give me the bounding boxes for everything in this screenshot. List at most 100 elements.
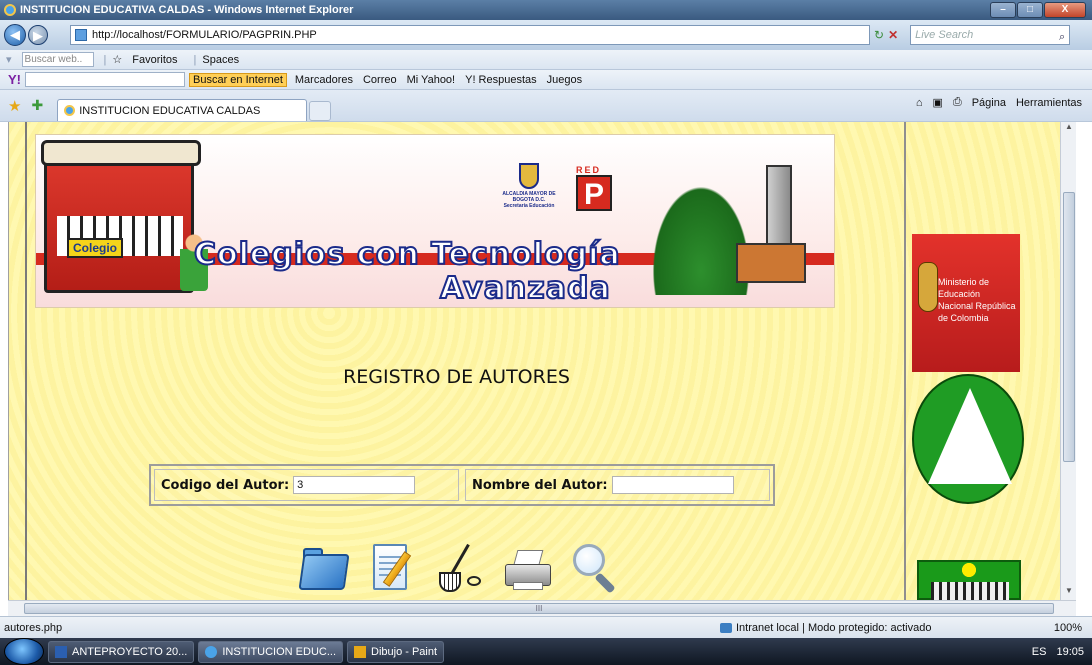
zoom-level[interactable]: 100% — [1054, 622, 1082, 634]
taskbar-item-ie[interactable]: INSTITUCION EDUC... — [198, 640, 343, 663]
separator: | — [103, 53, 107, 66]
sun-icon — [955, 560, 983, 580]
search-icon[interactable]: ⌕ — [1059, 28, 1065, 46]
back-button[interactable]: ◀ — [4, 24, 26, 46]
search-magnifier-icon[interactable] — [571, 542, 621, 594]
yahoo-logo-icon[interactable]: Y! — [8, 72, 21, 87]
tab-active[interactable]: INSTITUCION EDUCATIVA CALDAS — [57, 99, 308, 121]
minimize-button[interactable]: – — [990, 2, 1016, 18]
clear-broom-icon[interactable] — [435, 542, 485, 594]
new-tab-button[interactable] — [309, 100, 332, 121]
taskbar-label: Dibujo - Paint — [371, 645, 438, 658]
school-banner: Colegio Colegios con Tecnología Avanzada… — [35, 134, 835, 308]
search-toolbar: ▾ Buscar web.. | ☆ Favoritos | Spaces — [0, 50, 1092, 70]
status-text: autores.php — [4, 621, 63, 634]
alcaldia-text: ALCALDIA MAYOR DE BOGOTA D.C. — [502, 191, 556, 203]
tab-label: INSTITUCION EDUCATIVA CALDAS — [79, 104, 261, 117]
mi-yahoo-button[interactable]: Mi Yahoo! — [407, 74, 456, 86]
horizontal-scrollbar[interactable]: III — [8, 600, 1076, 616]
codigo-field-cell: Codigo del Autor: 3 — [154, 469, 459, 501]
taskbar-label: INSTITUCION EDUC... — [222, 645, 336, 658]
emblem-triangle — [928, 388, 1012, 484]
start-button[interactable] — [4, 638, 44, 665]
hscroll-thumb[interactable]: III — [24, 603, 1054, 614]
scroll-down-icon[interactable]: ▼ — [1061, 586, 1076, 600]
scroll-up-icon[interactable]: ▲ — [1061, 122, 1076, 136]
url-text: http://localhost/FORMULARIO/PAGPRIN.PHP — [92, 29, 317, 41]
taskbar-item-anteproyecto[interactable]: ANTEPROYECTO 20... — [48, 640, 195, 663]
ministerio-text: Ministerio de Educación Nacional Repúbli… — [938, 277, 1016, 323]
nombre-label: Nombre del Autor: — [472, 477, 608, 493]
edit-document-icon[interactable] — [367, 542, 417, 594]
nombre-field-cell: Nombre del Autor: — [465, 469, 770, 501]
windows-taskbar: ANTEPROYECTO 20... INSTITUCION EDUC... D… — [0, 638, 1092, 665]
banner-title-line1: Colegios con Tecnología — [193, 236, 621, 273]
security-zone[interactable]: Intranet local | Modo protegido: activad… — [720, 622, 931, 634]
maximize-button[interactable]: □ — [1017, 2, 1043, 18]
banner-title-line2: Avanzada — [439, 270, 611, 307]
nombre-input[interactable] — [611, 476, 734, 494]
taskbar-label: ANTEPROYECTO 20... — [72, 645, 188, 658]
juegos-button[interactable]: Juegos — [547, 74, 582, 86]
red-p-letter: P — [576, 175, 612, 211]
word-icon — [55, 645, 67, 658]
web-search-input[interactable]: Buscar web.. — [21, 52, 94, 67]
small-school-icon — [736, 243, 806, 283]
clock[interactable]: 19:05 — [1056, 646, 1084, 658]
colombia-shield-icon — [918, 262, 938, 312]
vertical-scrollbar[interactable]: ▲ ▼ — [1060, 122, 1076, 600]
action-icons — [298, 542, 621, 594]
marcadores-button[interactable]: Marcadores — [295, 74, 353, 86]
left-border — [25, 122, 27, 600]
separator: | — [193, 53, 197, 66]
paint-icon — [354, 645, 366, 658]
green-school-logo — [917, 560, 1021, 600]
ie-tab-icon — [64, 105, 76, 116]
codigo-input[interactable]: 3 — [293, 476, 416, 494]
yahoo-toolbar: Y! Buscar en Internet Marcadores Correo … — [0, 70, 1092, 90]
alcaldia-subtext: Secretaría Educación — [503, 203, 555, 209]
toolbar-grip: ▾ — [6, 54, 12, 66]
respuestas-button[interactable]: Y! Respuestas — [465, 74, 537, 86]
print-icon[interactable]: ⎙ — [953, 96, 962, 109]
institution-emblem — [912, 374, 1024, 504]
ie-taskbar-icon — [205, 645, 218, 658]
live-search-placeholder: Live Search — [915, 29, 974, 41]
home-icon[interactable]: ⌂ — [916, 97, 923, 109]
command-bar: ⌂ ▣ ⎙ Página Herramientas — [916, 96, 1082, 109]
taskbar-item-paint[interactable]: Dibujo - Paint — [347, 640, 445, 663]
alcaldia-logo: ALCALDIA MAYOR DE BOGOTA D.C. Secretaría… — [499, 163, 559, 221]
open-folder-icon[interactable] — [298, 542, 350, 594]
pagina-menu[interactable]: Página — [972, 97, 1006, 109]
scroll-thumb[interactable] — [1063, 192, 1075, 462]
live-search-input[interactable]: Live Search ⌕ — [910, 25, 1071, 46]
page-icon — [75, 29, 87, 41]
tab-bar: ★ ✚ INSTITUCION EDUCATIVA CALDAS ⌂ ▣ ⎙ P… — [0, 90, 1092, 122]
window-title-bar: INSTITUCION EDUCATIVA CALDAS - Windows I… — [0, 0, 1092, 20]
codigo-label: Codigo del Autor: — [161, 477, 290, 493]
window-controls: – □ X — [990, 2, 1086, 18]
correo-button[interactable]: Correo — [363, 74, 397, 86]
stop-button[interactable]: ✕ — [888, 28, 898, 42]
printer-icon[interactable] — [503, 542, 553, 594]
close-button[interactable]: X — [1044, 2, 1086, 18]
refresh-button[interactable]: ↻ — [874, 28, 884, 42]
ministerio-logo: Ministerio de Educación Nacional Repúbli… — [912, 234, 1020, 372]
system-tray: ES 19:05 — [1032, 646, 1084, 658]
forward-button[interactable]: ▶ — [28, 25, 48, 45]
feeds-icon[interactable]: ▣ — [932, 96, 942, 109]
window-title: INSTITUCION EDUCATIVA CALDAS - Windows I… — [20, 4, 354, 16]
yahoo-search-input[interactable] — [25, 72, 185, 87]
star-icon[interactable]: ☆ — [112, 53, 122, 66]
herramientas-menu[interactable]: Herramientas — [1016, 97, 1082, 109]
bogota-shield-icon — [519, 163, 539, 189]
add-favorite-icon[interactable]: ✚ — [31, 97, 43, 114]
favorites-star-icon[interactable]: ★ — [8, 97, 21, 115]
page-viewport: Colegio Colegios con Tecnología Avanzada… — [8, 122, 1076, 600]
language-indicator[interactable]: ES — [1032, 646, 1047, 658]
spaces-button[interactable]: Spaces — [202, 54, 239, 66]
favoritos-button[interactable]: Favoritos — [132, 54, 177, 66]
red-text: RED — [576, 165, 602, 175]
url-field[interactable]: http://localhost/FORMULARIO/PAGPRIN.PHP — [70, 25, 870, 45]
buscar-internet-button[interactable]: Buscar en Internet — [189, 72, 287, 87]
